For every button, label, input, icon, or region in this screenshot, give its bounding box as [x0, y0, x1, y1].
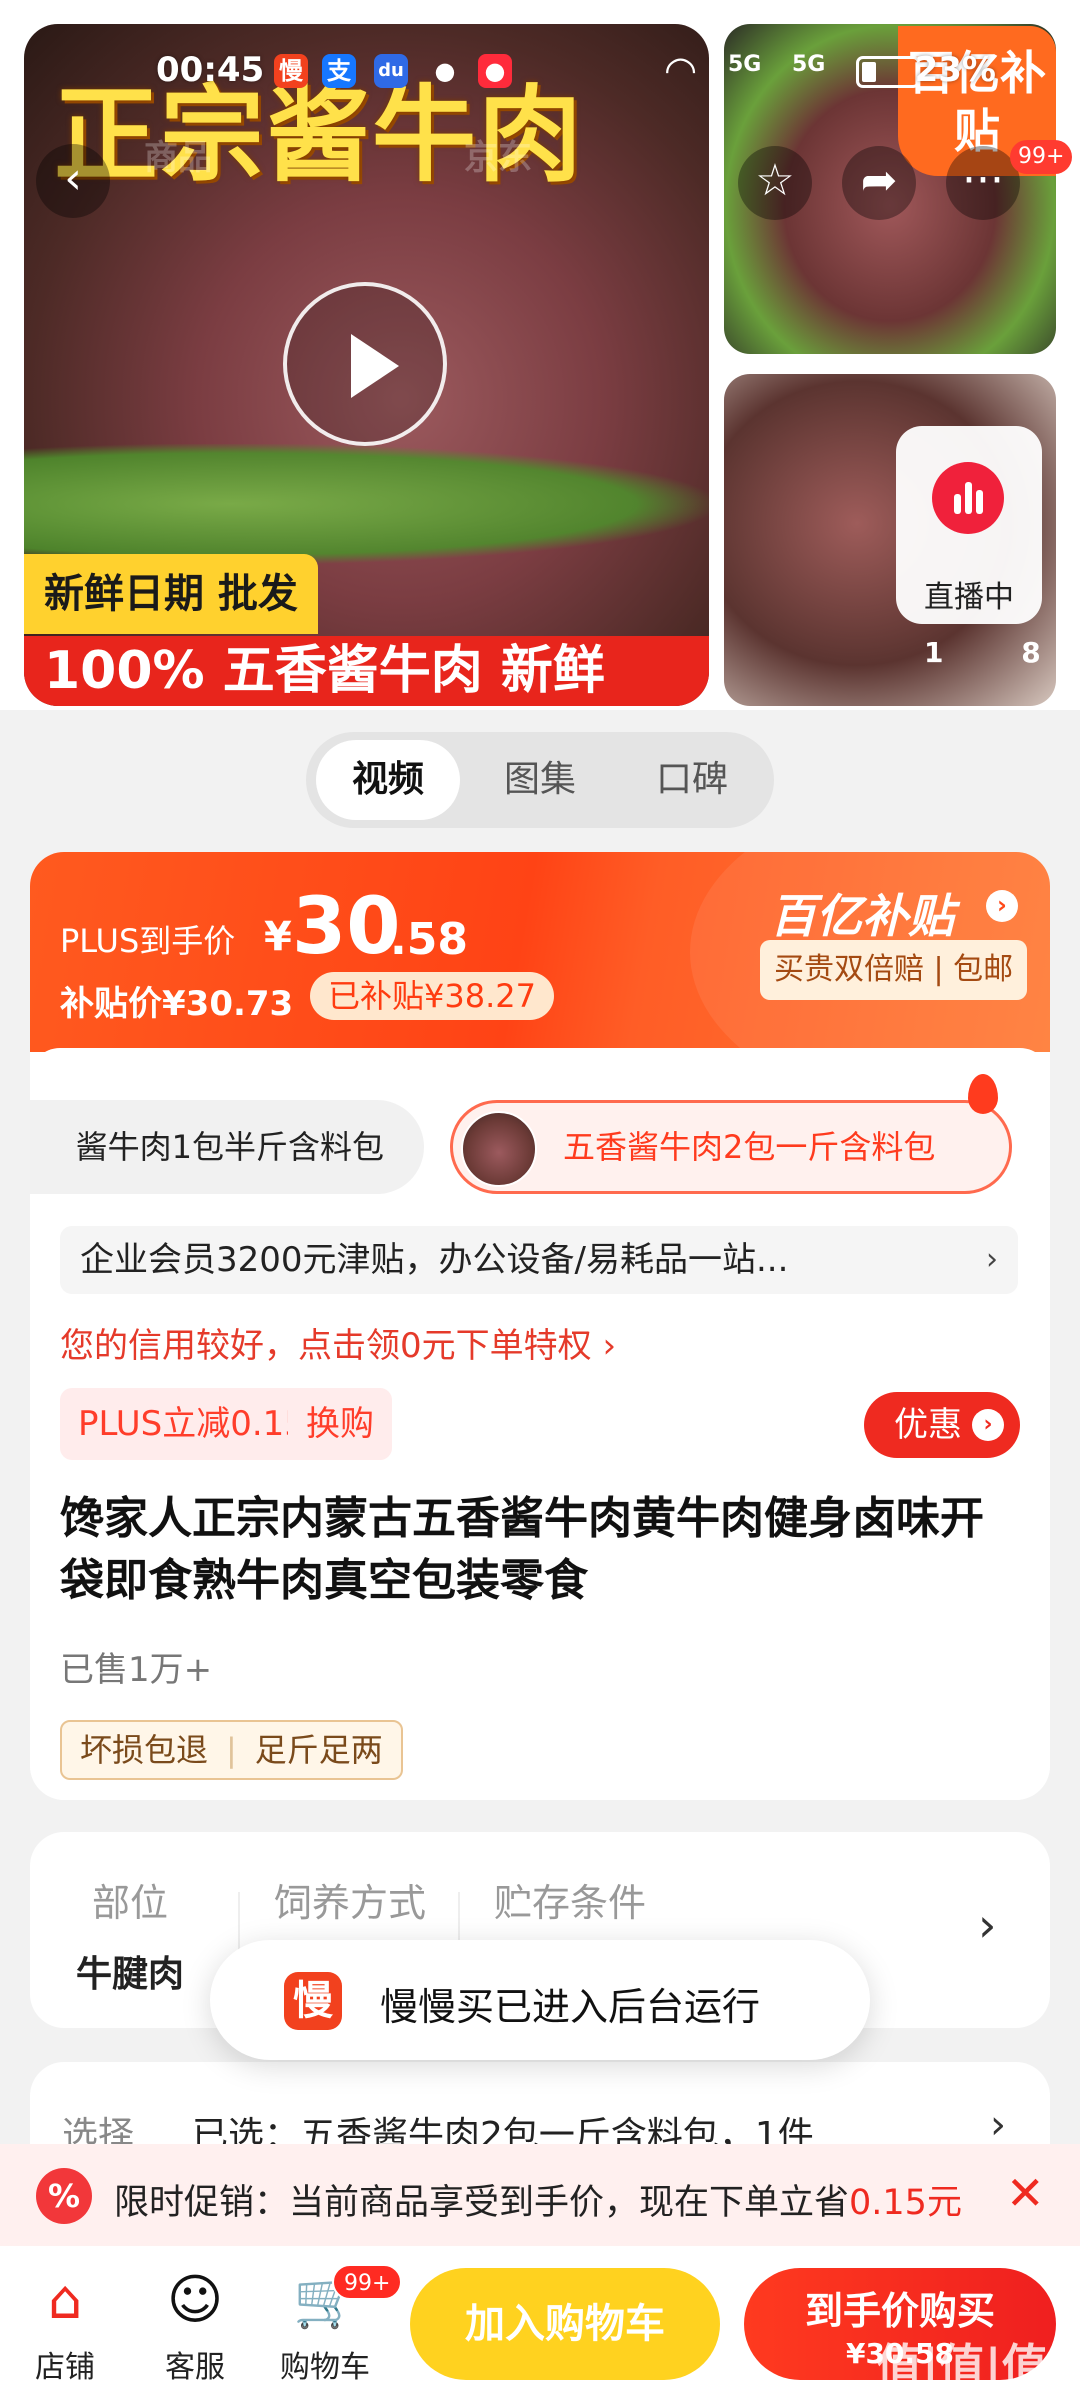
billion-subsidy-logo[interactable]: 百亿补贴: [770, 880, 954, 946]
store-label: 店铺: [35, 2350, 95, 2385]
tab-gallery[interactable]: 图集: [468, 740, 612, 820]
live-label: 直播中: [924, 580, 1014, 615]
exchange-purchase-chip[interactable]: 换购: [288, 1388, 392, 1460]
discount-button[interactable]: 优惠 ›: [864, 1392, 1020, 1458]
subsidy-price: 补贴价¥30.73: [60, 984, 294, 1024]
chevron-right-icon[interactable]: ›: [978, 1898, 996, 1952]
chevron-right-icon[interactable]: ›: [986, 890, 1018, 922]
variant-label: 酱牛肉1包半斤含料包: [75, 1128, 384, 1166]
signal-icon: 5G: [792, 52, 826, 77]
promo-text: 企业会员3200元津贴，办公设备/易耗品一站...: [80, 1240, 789, 1280]
alipay-app-icon: 支: [322, 54, 356, 88]
plus-price-label: PLUS到手价: [60, 922, 236, 960]
notification-app-icon: ●: [478, 54, 512, 88]
service-label: 客服: [165, 2350, 225, 2385]
price-decimal: .58: [390, 914, 468, 965]
spec-key: 贮存条件: [493, 1881, 646, 1925]
back-arrow-icon[interactable]: ‹: [36, 144, 110, 218]
live-bars-icon: [932, 462, 1004, 534]
price-guarantee-badge[interactable]: 买贵双倍赔 | 包邮: [760, 940, 1028, 1000]
product-info: 酱牛肉1包半斤含料包 五香酱牛肉2包一斤含料包 企业会员3200元津贴，办公设备…: [30, 1048, 1050, 1800]
manmanmai-app-icon: 慢: [274, 54, 308, 88]
play-video-button[interactable]: [283, 282, 447, 446]
price-header: PLUS到手价 ¥ 30 .58 补贴价¥30.73 已补贴¥38.27 百亿补…: [30, 852, 1050, 1112]
wechat-app-icon: ●: [434, 57, 456, 85]
image-tag-spice: 100% 五香酱牛肉 新鲜: [24, 636, 709, 706]
limited-promo-text: 限时促销：当前商品享受到手价，现在下单立省0.15元: [114, 2183, 962, 2223]
status-time: 00:45: [156, 50, 265, 90]
message-count-badge: 99+: [1010, 140, 1073, 174]
share-icon[interactable]: ➦: [842, 146, 916, 220]
battery-percent: 23%: [914, 50, 996, 90]
more-dots-icon[interactable]: ···: [946, 146, 1020, 220]
cart-count-badge: 99+: [332, 2264, 403, 2300]
image-watermark: 京东: [464, 138, 532, 178]
status-bar: 00:45 慢 支 du ● ● ◠ 5G 5G 23%: [0, 46, 1080, 96]
variant-label: 五香酱牛肉2包一斤含料包: [563, 1128, 936, 1166]
baidu-app-icon: du: [374, 54, 408, 88]
store-icon: ⌂: [47, 2268, 83, 2331]
gallery-counter: 1 8: [924, 636, 1075, 669]
store-button[interactable]: ⌂ 店铺: [10, 2270, 120, 2386]
site-watermark-url: zhizhizhi.com: [960, 2378, 1069, 2397]
sold-count: 已售1万+: [60, 1650, 213, 1690]
limited-promo-banner[interactable]: % 限时促销：当前商品享受到手价，现在下单立省0.15元 ✕: [0, 2144, 1080, 2246]
toast-message: 慢慢买已进入后台运行: [380, 1985, 761, 2029]
guarantee-tag: 坏损包退: [80, 1731, 209, 1769]
service-guarantee-tags[interactable]: 坏损包退 | 足斤足两: [60, 1720, 403, 1780]
customer-service-button[interactable]: ☺ 客服: [140, 2270, 250, 2386]
close-icon[interactable]: ✕: [1006, 2166, 1045, 2220]
image-watermark: 商品: [144, 138, 212, 178]
favorite-star-icon[interactable]: ☆: [738, 146, 812, 220]
credit-privilege-link[interactable]: 您的信用较好，点击领0元下单特权 ›: [60, 1318, 616, 1367]
live-stream-card[interactable]: 直播中: [896, 426, 1042, 624]
tab-video[interactable]: 视频: [316, 740, 460, 820]
chevron-right-icon: ›: [986, 1242, 998, 1277]
chevron-right-icon: ›: [972, 1409, 1004, 1441]
price-info-card: PLUS到手价 ¥ 30 .58 补贴价¥30.73 已补贴¥38.27 百亿补…: [30, 852, 1050, 1800]
tab-reviews[interactable]: 口碑: [620, 740, 764, 820]
buy-label: 到手价购买: [804, 2289, 995, 2333]
product-gallery: 正宗酱牛肉 商品 京东 新鲜日期 批发 100% 五香酱牛肉 新鲜 百亿补贴 0…: [0, 0, 1080, 710]
image-tag-fresh: 新鲜日期 批发: [24, 554, 318, 634]
subsidized-amount-badge: 已补贴¥38.27: [310, 972, 554, 1020]
hot-fire-icon: [968, 1074, 998, 1114]
chevron-right-icon: ›: [990, 2102, 1006, 2148]
discount-label: 优惠: [894, 1405, 962, 1445]
media-tabs: 视频 图集 口碑: [306, 732, 774, 828]
currency-symbol: ¥: [264, 914, 292, 960]
product-title: 馋家人正宗内蒙古五香酱牛肉黄牛肉健身卤味开袋即食熟牛肉真空包装零食: [60, 1493, 984, 1606]
variant-option[interactable]: 酱牛肉1包半斤含料包: [30, 1100, 424, 1194]
battery-icon: [856, 56, 920, 88]
wifi-icon: ◠: [664, 48, 698, 92]
enterprise-promo-row[interactable]: 企业会员3200元津贴，办公设备/易耗品一站... ›: [60, 1226, 1018, 1294]
cart-label: 购物车: [280, 2350, 370, 2385]
lettuce-decoration: [24, 444, 709, 564]
add-to-cart-button[interactable]: 加入购物车: [410, 2268, 720, 2380]
variant-thumbnail: [461, 1111, 537, 1187]
percent-discount-icon: %: [36, 2168, 92, 2224]
guarantee-tag: 足斤足两: [254, 1731, 383, 1769]
signal-icon: 5G: [728, 52, 762, 77]
variant-option-selected[interactable]: 五香酱牛肉2包一斤含料包: [450, 1100, 1012, 1194]
cart-button[interactable]: 🛒 99+ 购物车: [270, 2264, 403, 2386]
price-integer: 30: [292, 882, 401, 972]
smile-chat-icon: ☺: [166, 2268, 224, 2331]
background-toast: 慢 慢慢买已进入后台运行: [210, 1940, 870, 2060]
manmanmai-app-icon: 慢: [284, 1972, 342, 2030]
